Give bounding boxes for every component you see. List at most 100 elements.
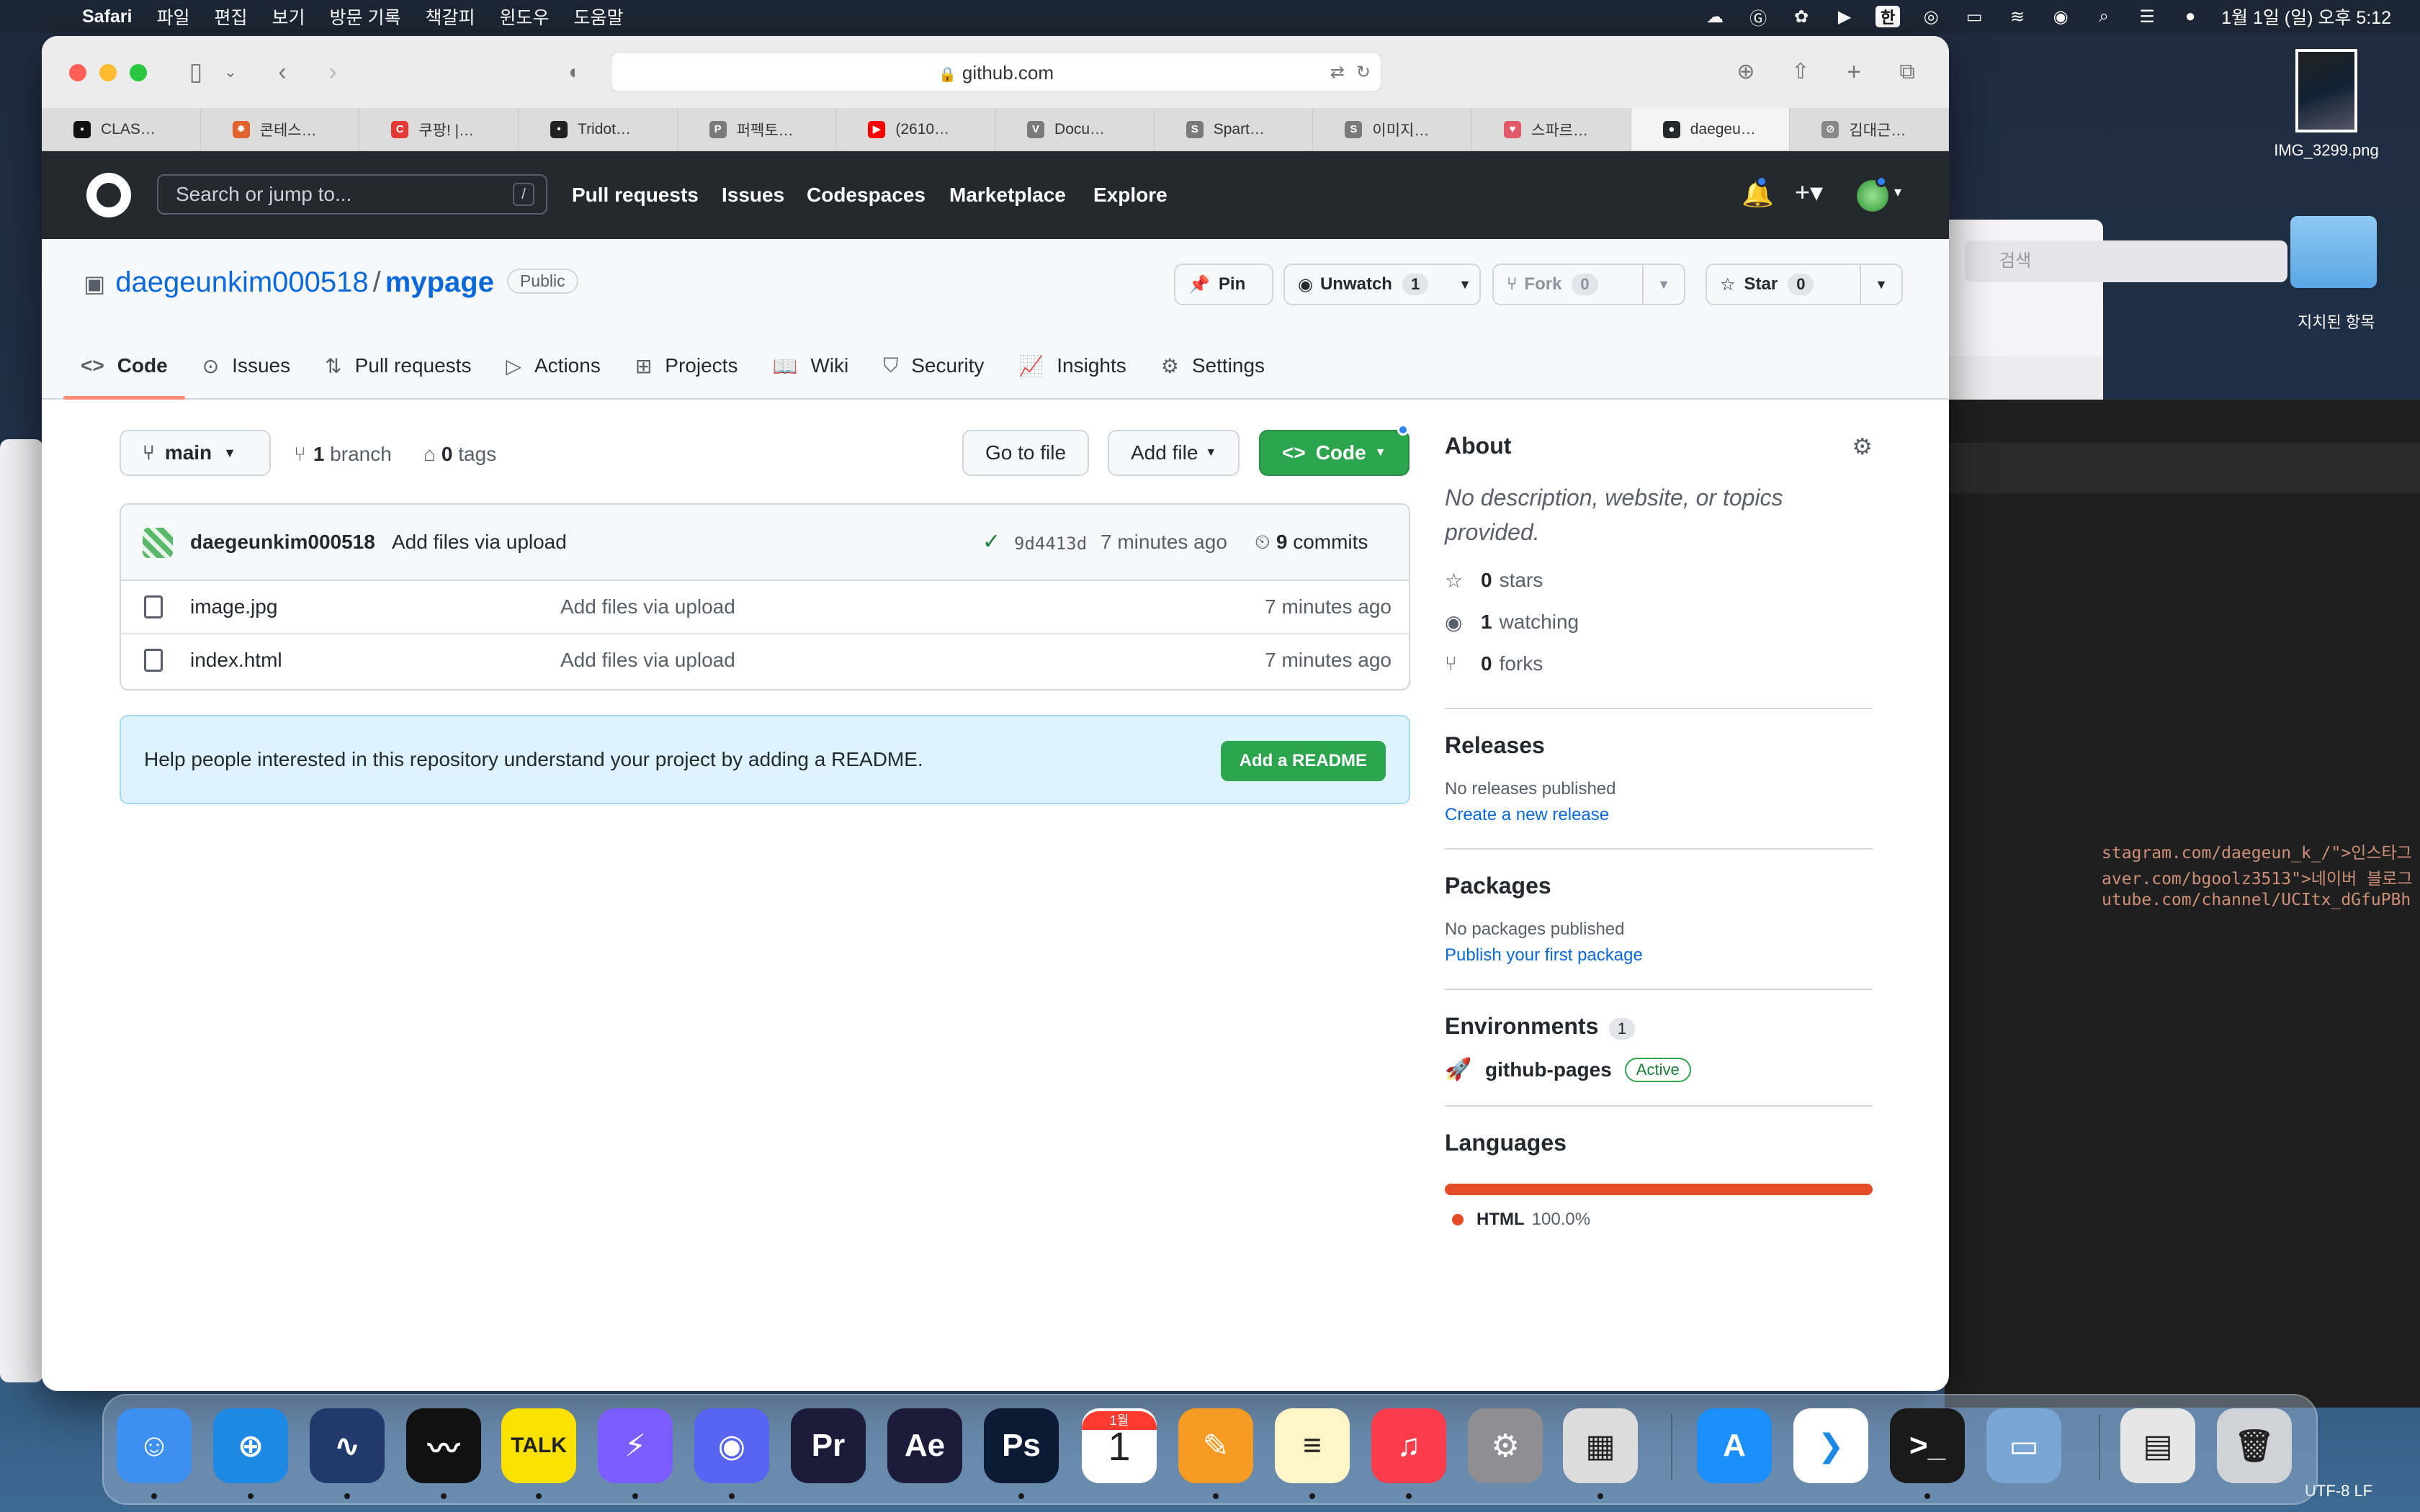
branch-selector[interactable]: ⑂ main ▼ <box>120 430 271 476</box>
stars-link[interactable]: ☆ 0 stars <box>1445 559 1873 601</box>
tab-settings[interactable]: ⚙ Settings <box>1144 333 1282 398</box>
input-source-indicator[interactable]: 한 <box>1876 6 1901 27</box>
forward-button-icon[interactable]: › <box>315 55 350 89</box>
browser-tab[interactable]: P 퍼펙토… <box>678 108 837 150</box>
address-bar[interactable]: 🔒 github.com ⇄ ↻ <box>611 52 1381 92</box>
nav-codespaces[interactable]: Codespaces <box>807 151 926 239</box>
downloads-icon[interactable]: ⊕ <box>1729 55 1763 89</box>
spotlight-search-icon[interactable]: ⌕ <box>2092 6 2116 27</box>
control-center-icon[interactable]: ☰ <box>2135 6 2159 27</box>
create-release-link[interactable]: Create a new release <box>1445 805 1873 825</box>
tab-issues[interactable]: ⊙ Issues <box>185 333 308 398</box>
commit-message[interactable]: Add files via upload <box>392 531 567 554</box>
file-commit-message[interactable]: Add files via upload <box>560 595 735 618</box>
watching-link[interactable]: ◉ 1 watching <box>1445 601 1873 643</box>
browser-tab[interactable]: V Docu… <box>995 108 1155 150</box>
pin-button[interactable]: 📌 Pin <box>1174 264 1273 305</box>
wifi-icon[interactable]: ≋ <box>2005 6 2030 27</box>
dock-trash-icon[interactable]: 🗑 <box>2217 1408 2292 1483</box>
check-icon[interactable]: ✓ <box>982 529 1000 554</box>
dock-system-settings-icon[interactable]: ⚙ <box>1468 1408 1543 1483</box>
dock-terminal-icon[interactable]: >_ <box>1890 1408 1965 1483</box>
dock-discord-icon[interactable]: ◉ <box>694 1408 769 1483</box>
file-name-link[interactable]: index.html <box>190 649 282 672</box>
grammarly-icon[interactable]: Ⓖ <box>1746 6 1770 29</box>
code-editor-window[interactable]: stagram.com/daegeun_k_/">인스타그 aver.com/b… <box>1945 400 2420 1408</box>
dock-finder-icon[interactable]: ☺ <box>117 1408 192 1483</box>
battery-icon[interactable]: ▭ <box>1962 6 1986 27</box>
close-window-button[interactable] <box>69 64 86 81</box>
dock-stocks-icon[interactable]: 〰 <box>406 1408 481 1483</box>
dock-pages-icon[interactable]: ✎ <box>1178 1408 1253 1483</box>
releases-heading[interactable]: Releases <box>1445 732 1873 759</box>
create-new-icon[interactable]: +▾ <box>1795 177 1823 207</box>
user-icon[interactable]: ◉ <box>2048 6 2073 27</box>
browser-tab[interactable]: S Spart… <box>1155 108 1314 150</box>
tab-wiki[interactable]: 📖 Wiki <box>755 333 866 398</box>
chevron-down-icon[interactable]: ▼ <box>1451 265 1479 304</box>
dock-launchpad-icon[interactable]: ▦ <box>1563 1408 1638 1483</box>
notification-app-icon[interactable]: ✿ <box>1789 6 1814 27</box>
menu-help[interactable]: 도움말 <box>574 4 624 30</box>
menu-bookmarks[interactable]: 책갈피 <box>425 4 475 30</box>
environments-heading[interactable]: Environments 1 <box>1445 1013 1873 1040</box>
menu-file[interactable]: 파일 <box>156 4 189 30</box>
chevron-down-icon[interactable]: ⌄ <box>213 55 248 89</box>
publish-package-link[interactable]: Publish your first package <box>1445 945 1873 966</box>
packages-heading[interactable]: Packages <box>1445 873 1873 899</box>
branches-link[interactable]: ⑂ 1 branch <box>294 443 392 466</box>
commit-author[interactable]: daegeunkim000518 <box>190 531 375 554</box>
menu-app-name[interactable]: Safari <box>82 6 132 27</box>
fork-button[interactable]: ⑂ Fork 0 ▼ <box>1492 264 1685 305</box>
desktop-file[interactable]: IMG_3299.png <box>2247 49 2406 160</box>
play-icon[interactable]: ▶ <box>1832 6 1857 27</box>
tab-projects[interactable]: ⊞ Projects <box>618 333 756 398</box>
share-icon[interactable]: ⇧ <box>1783 55 1818 89</box>
nav-explore[interactable]: Explore <box>1093 151 1168 239</box>
commit-sha[interactable]: 9d4413d <box>1014 534 1087 554</box>
code-dropdown-button[interactable]: <> Code ▼ <box>1259 430 1410 476</box>
language-item[interactable]: HTML 100.0% <box>1445 1210 1873 1230</box>
browser-tab[interactable]: ▪ CLAS… <box>42 108 201 150</box>
star-button[interactable]: ☆ Star 0 ▼ <box>1706 264 1903 305</box>
add-readme-button[interactable]: Add a README <box>1220 741 1386 781</box>
dock-after-effects-icon[interactable]: Ae <box>887 1408 962 1483</box>
file-commit-message[interactable]: Add files via upload <box>560 649 735 672</box>
airdrop-icon[interactable]: ◎ <box>1919 6 1943 27</box>
background-window-left[interactable] <box>0 439 43 1382</box>
author-avatar[interactable] <box>143 528 173 558</box>
menu-edit[interactable]: 편집 <box>215 4 248 30</box>
menu-history[interactable]: 방문 기록 <box>330 4 401 30</box>
dock-messenger-icon[interactable]: ⚡ <box>598 1408 673 1483</box>
dock-premiere-icon[interactable]: Pr <box>791 1408 866 1483</box>
translate-icon[interactable]: ⇄ <box>1330 53 1345 93</box>
github-search-input[interactable]: Search or jump to... / <box>157 174 547 215</box>
browser-tab[interactable]: ▶ (2610… <box>836 108 996 150</box>
commits-link[interactable]: ⏲ 9 commits <box>1255 531 1368 554</box>
dock-downloads-stack-icon[interactable]: ▤ <box>2120 1408 2195 1483</box>
tab-code[interactable]: <> Code <box>63 333 185 400</box>
dock-kakaotalk-icon[interactable]: TALK <box>501 1408 576 1483</box>
menu-clock[interactable]: 1월 1일 (일) 오후 5:12 <box>2221 4 2391 30</box>
gear-icon[interactable]: ⚙ <box>1852 433 1873 460</box>
nav-pull-requests[interactable]: Pull requests <box>572 151 699 239</box>
browser-tab[interactable]: ♥ 스파르… <box>1472 108 1631 150</box>
back-button-icon[interactable]: ‹ <box>265 55 300 89</box>
dock-whale-icon[interactable]: ∿ <box>310 1408 385 1483</box>
zoom-window-button[interactable] <box>130 64 147 81</box>
browser-tab[interactable]: ✸ 콘테스… <box>201 108 360 150</box>
browser-tab[interactable]: C 쿠팡! |… <box>359 108 519 150</box>
chevron-down-icon[interactable]: ▼ <box>1860 265 1901 304</box>
dock-safari-icon[interactable]: ⊕ <box>213 1408 288 1483</box>
browser-tab[interactable]: S 이미지… <box>1313 108 1473 150</box>
menu-window[interactable]: 윈도우 <box>500 4 550 30</box>
tags-link[interactable]: ⌂ 0 tags <box>424 443 496 466</box>
dock-app-store-icon[interactable]: A <box>1697 1408 1772 1483</box>
minimize-window-button[interactable] <box>99 64 117 81</box>
dock-photoshop-icon[interactable]: Ps <box>984 1408 1059 1483</box>
add-file-button[interactable]: Add file ▼ <box>1108 430 1240 476</box>
creative-cloud-alert-icon[interactable]: ☁ <box>1703 6 1727 27</box>
tab-actions[interactable]: ▷ Actions <box>488 333 617 398</box>
tab-pull-requests[interactable]: ⇅ Pull requests <box>308 333 488 398</box>
chevron-down-icon[interactable]: ▼ <box>1642 265 1684 304</box>
